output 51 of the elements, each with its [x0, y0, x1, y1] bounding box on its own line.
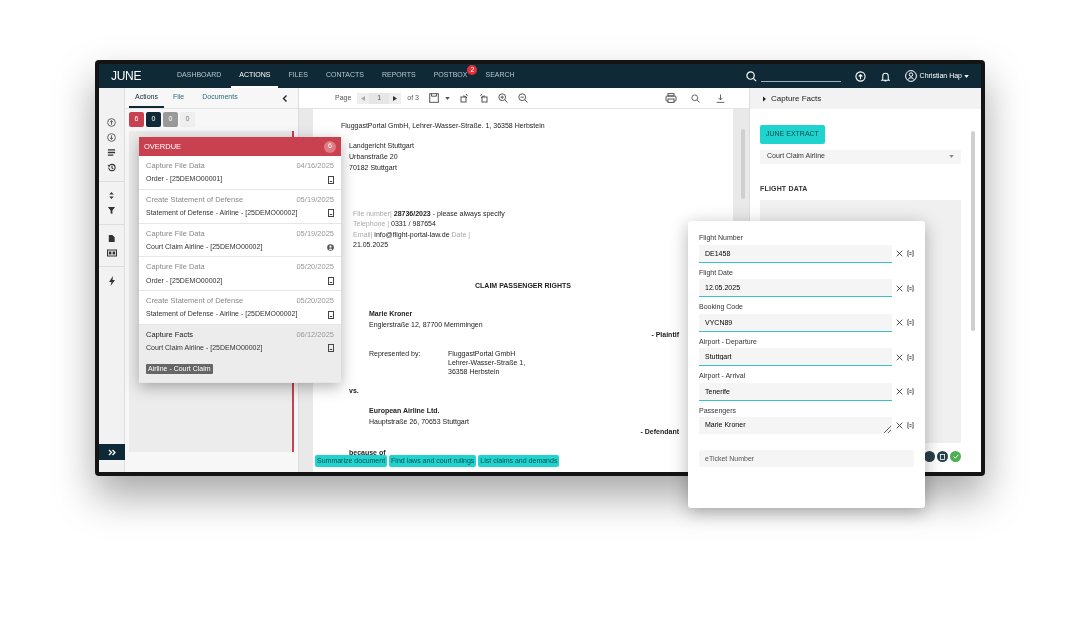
clear-icon[interactable] — [896, 388, 903, 395]
rotate-left-icon[interactable] — [459, 93, 469, 103]
search-icon[interactable] — [745, 70, 757, 82]
clear-icon[interactable] — [896, 422, 903, 429]
document-icon — [328, 209, 334, 218]
collapse-chevron-icon[interactable] — [282, 94, 288, 102]
document-icon — [328, 276, 334, 285]
panel-title: Capture Facts — [771, 92, 822, 105]
filter-icon[interactable] — [107, 206, 116, 215]
file-icon[interactable] — [107, 234, 116, 243]
source-icon[interactable] — [907, 388, 914, 395]
list-icon[interactable] — [107, 148, 116, 157]
source-icon[interactable] — [907, 353, 914, 361]
print-icon[interactable] — [665, 93, 677, 103]
history-icon[interactable] — [107, 163, 116, 172]
user-icon — [327, 243, 334, 251]
zoom-in-icon[interactable] — [497, 93, 508, 103]
download-icon[interactable] — [716, 93, 725, 103]
bell-icon[interactable] — [879, 70, 891, 82]
chevron-right-icon[interactable] — [762, 95, 767, 102]
check-icon — [952, 454, 959, 459]
document-round-button[interactable] — [937, 451, 948, 462]
source-icon[interactable] — [907, 284, 914, 292]
clear-icon[interactable] — [896, 250, 903, 257]
arrow-down-circle-icon[interactable] — [107, 133, 116, 142]
clear-icon[interactable] — [896, 319, 903, 326]
upload-icon[interactable] — [854, 70, 866, 82]
source-icon[interactable] — [907, 250, 914, 257]
document-icon — [328, 310, 334, 319]
caret-icon[interactable] — [444, 96, 450, 100]
document-icon — [328, 344, 334, 353]
card-icon[interactable] — [106, 249, 117, 257]
arrow-up-circle-icon[interactable] — [107, 118, 116, 127]
caret-icon — [964, 74, 969, 78]
save-icon[interactable] — [428, 93, 439, 103]
logo[interactable]: JUNE — [111, 67, 161, 85]
rotate-right-icon[interactable] — [478, 93, 488, 103]
zoom-out-icon[interactable] — [517, 93, 528, 103]
user-avatar-icon[interactable] — [904, 70, 917, 82]
source-icon[interactable] — [907, 319, 914, 326]
sort-icon[interactable] — [107, 191, 116, 200]
lightning-icon[interactable] — [107, 276, 116, 286]
source-icon[interactable] — [907, 422, 914, 429]
double-chevron-icon — [107, 448, 116, 456]
document-icon — [328, 175, 334, 184]
document-icon — [940, 453, 945, 460]
clear-icon[interactable] — [896, 284, 903, 292]
scrollbar[interactable] — [971, 131, 975, 331]
expand-button[interactable] — [99, 444, 125, 460]
clear-icon[interactable] — [896, 353, 903, 361]
caret-icon — [949, 155, 954, 158]
